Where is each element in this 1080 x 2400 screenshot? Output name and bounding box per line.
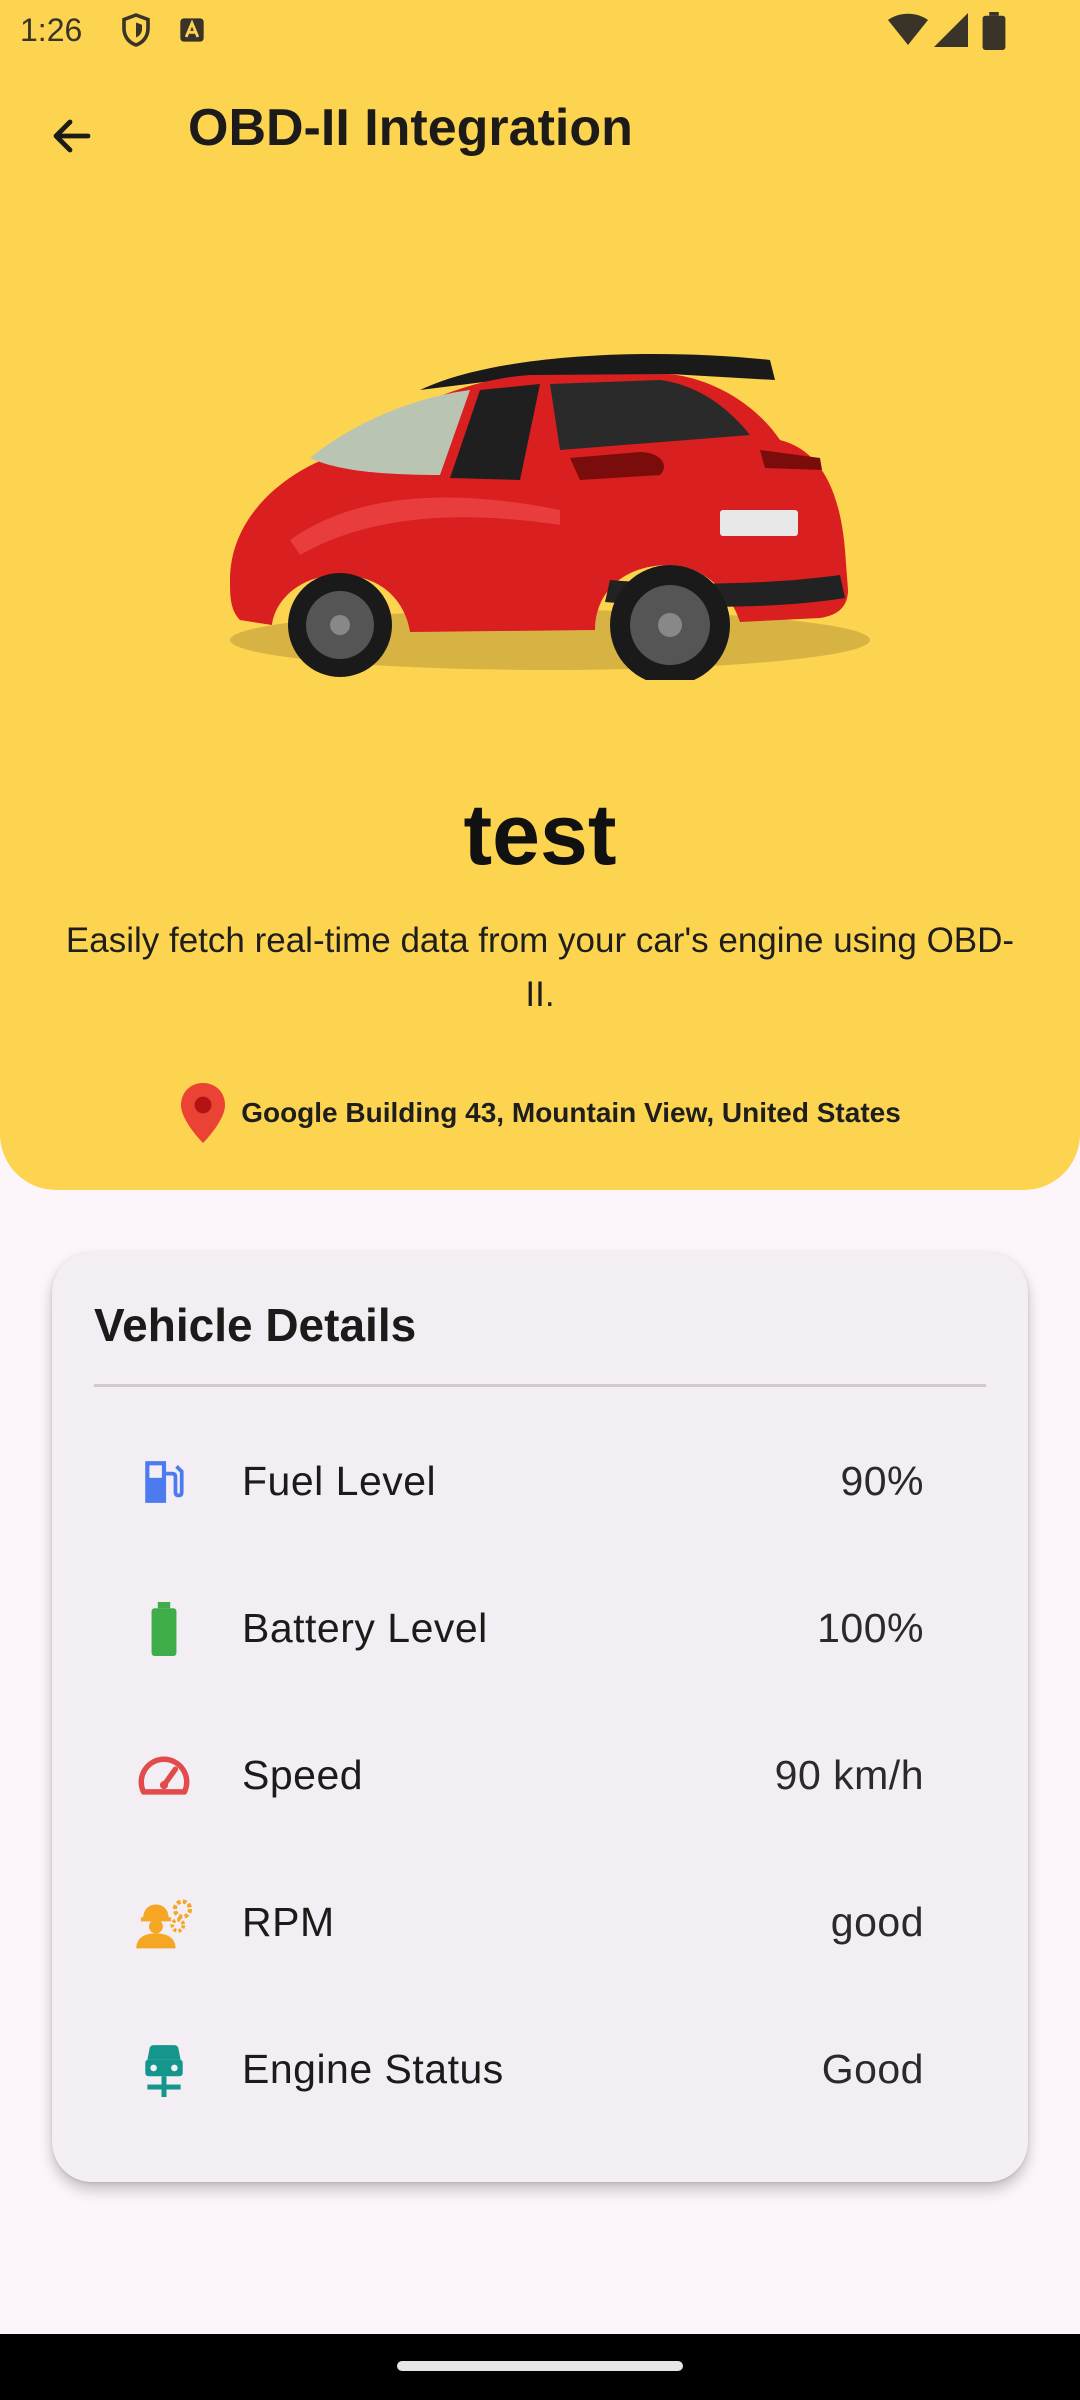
detail-row-fuel: Fuel Level 90% bbox=[52, 1420, 1028, 1540]
divider bbox=[94, 1384, 986, 1387]
vehicle-name: test bbox=[463, 787, 617, 883]
vehicle-description: Easily fetch real-time data from your ca… bbox=[65, 921, 1015, 1014]
fuel-pump-icon bbox=[134, 1452, 194, 1512]
battery-icon bbox=[134, 1599, 194, 1659]
detail-label: Engine Status bbox=[242, 2046, 504, 2092]
detail-row-battery: Battery Level 100% bbox=[52, 1567, 1028, 1687]
location-text: Google Building 43, Mountain View, Unite… bbox=[241, 1097, 901, 1128]
detail-value: 100% bbox=[817, 1605, 924, 1651]
detail-value: Good bbox=[821, 2046, 924, 2092]
status-time: 1:26 bbox=[20, 12, 83, 48]
battery-status-icon bbox=[982, 12, 1006, 55]
detail-value: good bbox=[830, 1899, 924, 1945]
card-title: Vehicle Details bbox=[94, 1299, 417, 1351]
engineer-icon bbox=[134, 1893, 194, 1953]
wifi-icon bbox=[888, 12, 928, 53]
car-image bbox=[200, 340, 880, 685]
home-indicator[interactable] bbox=[397, 2361, 683, 2371]
speedometer-icon bbox=[134, 1746, 194, 1806]
detail-value: 90% bbox=[840, 1458, 924, 1504]
detail-label: Fuel Level bbox=[242, 1458, 437, 1504]
status-bar: 1:26 bbox=[0, 0, 1080, 64]
back-button[interactable] bbox=[36, 96, 108, 176]
vehicle-details-card: Vehicle Details Fuel Level 90% Battery L… bbox=[52, 1252, 1028, 2182]
detail-row-speed: Speed 90 km/h bbox=[52, 1714, 1028, 1834]
signal-icon bbox=[934, 12, 968, 53]
detail-row-rpm: RPM good bbox=[52, 1861, 1028, 1981]
location-pin-icon bbox=[181, 1083, 226, 1143]
page-title: OBD-II Integration bbox=[188, 99, 633, 157]
arrow-left-icon bbox=[53, 119, 91, 153]
detail-value: 90 km/h bbox=[774, 1752, 924, 1798]
car-service-icon bbox=[134, 2040, 194, 2100]
location-row: Google Building 43, Mountain View, Unite… bbox=[0, 1080, 1080, 1146]
detail-label: Speed bbox=[242, 1752, 364, 1798]
notification-a-icon bbox=[178, 16, 206, 49]
detail-label: Battery Level bbox=[242, 1605, 488, 1651]
header-panel: 1:26 OBD-II Integration test Easily fetc… bbox=[0, 0, 1080, 1190]
shield-icon bbox=[118, 12, 154, 53]
detail-label: RPM bbox=[242, 1899, 335, 1945]
detail-row-engine: Engine Status Good bbox=[52, 2008, 1028, 2128]
